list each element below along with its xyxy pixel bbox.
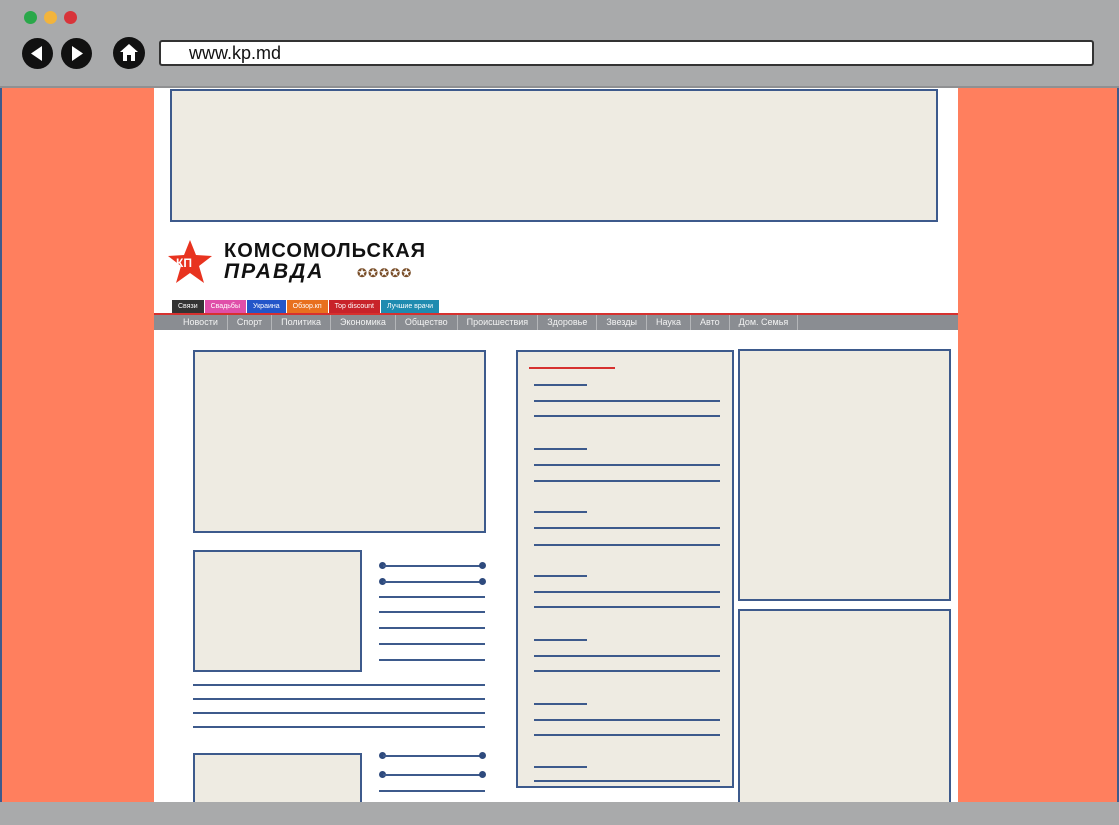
feed-item-line[interactable] xyxy=(534,591,720,593)
address-bar[interactable]: www.kp.md xyxy=(159,40,1094,66)
right-ad-placeholder[interactable] xyxy=(738,349,951,601)
back-arrow-icon xyxy=(31,46,42,61)
text-line xyxy=(379,596,485,598)
text-line xyxy=(379,790,485,792)
tag-obzor[interactable]: Обзор.кп xyxy=(286,300,328,313)
nav-item-economy[interactable]: Экономика xyxy=(331,315,396,330)
feed-time-line xyxy=(534,575,587,577)
article-thumb-placeholder[interactable] xyxy=(193,753,362,802)
nav-item-science[interactable]: Наука xyxy=(647,315,691,330)
top-banner-placeholder xyxy=(170,89,938,222)
nav-item-news[interactable]: Новости xyxy=(174,315,228,330)
main-article-image-placeholder[interactable] xyxy=(193,350,486,533)
text-line xyxy=(193,726,485,728)
forward-arrow-icon xyxy=(72,46,83,61)
right-ad-placeholder-lower[interactable] xyxy=(738,609,951,802)
nav-item-incidents[interactable]: Происшествия xyxy=(458,315,539,330)
orders-medals: ✪✪✪✪✪ xyxy=(357,266,413,280)
feed-time-line xyxy=(534,511,587,513)
logo-badge: КП xyxy=(176,256,192,270)
headline-line[interactable] xyxy=(383,774,484,776)
feed-item-line[interactable] xyxy=(534,464,720,466)
url-text: www.kp.md xyxy=(189,43,282,63)
feed-item-line[interactable] xyxy=(534,670,720,672)
headline-line[interactable] xyxy=(383,565,484,567)
home-icon xyxy=(120,44,138,61)
window-yellow-dot[interactable] xyxy=(44,11,57,24)
nav-item-home-family[interactable]: Дом. Семья xyxy=(730,315,799,330)
text-line xyxy=(193,712,485,714)
nav-item-stars[interactable]: Звезды xyxy=(597,315,647,330)
tag-row: Связи Свадьбы Украина Обзор.кп Top disco… xyxy=(172,300,440,313)
feed-item-line[interactable] xyxy=(534,719,720,721)
tag-ukraina[interactable]: Украина xyxy=(246,300,286,313)
nav-item-politics[interactable]: Политика xyxy=(272,315,332,330)
tag-svyazi[interactable]: Связи xyxy=(172,300,204,313)
bullet-dot xyxy=(479,562,486,569)
feed-item-line[interactable] xyxy=(534,480,720,482)
feed-item-line[interactable] xyxy=(534,734,720,736)
feed-time-line xyxy=(534,639,587,641)
text-line xyxy=(379,611,485,613)
headline-line[interactable] xyxy=(383,755,484,757)
browser-bottom-bar xyxy=(0,802,1119,825)
right-gutter xyxy=(958,88,1119,802)
nav-item-sport[interactable]: Спорт xyxy=(228,315,273,330)
text-line xyxy=(193,684,485,686)
feed-item-line[interactable] xyxy=(534,415,720,417)
text-line xyxy=(379,659,485,661)
forward-button[interactable] xyxy=(61,38,92,69)
feed-item-line[interactable] xyxy=(534,544,720,546)
feed-time-line xyxy=(534,766,587,768)
web-page: КП КОМСОМОЛЬСКАЯ ПРАВДА ✪✪✪✪✪ Связи Свад… xyxy=(154,88,958,802)
text-line xyxy=(379,627,485,629)
feed-item-line[interactable] xyxy=(534,400,720,402)
home-button[interactable] xyxy=(113,37,145,69)
browser-toolbar: www.kp.md xyxy=(0,0,1119,88)
nav-item-health[interactable]: Здоровье xyxy=(538,315,598,330)
tag-best-doctors[interactable]: Лучшие врачи xyxy=(380,300,440,313)
feed-time-line xyxy=(534,703,587,705)
text-line xyxy=(379,643,485,645)
main-nav: Новости Спорт Политика Экономика Обществ… xyxy=(154,315,958,330)
nav-item-society[interactable]: Общество xyxy=(396,315,458,330)
feed-time-line xyxy=(534,448,587,450)
left-gutter xyxy=(0,88,154,802)
feed-time-line xyxy=(534,384,587,386)
bullet-dot xyxy=(479,771,486,778)
logo-title-line2[interactable]: ПРАВДА xyxy=(224,260,324,284)
feed-item-line[interactable] xyxy=(534,655,720,657)
bullet-dot xyxy=(479,752,486,759)
text-line xyxy=(193,698,485,700)
bullet-dot xyxy=(479,578,486,585)
headline-line[interactable] xyxy=(383,581,484,583)
nav-item-auto[interactable]: Авто xyxy=(691,315,730,330)
back-button[interactable] xyxy=(22,38,53,69)
tag-svadby[interactable]: Свадьбы xyxy=(204,300,246,313)
feed-header-accent xyxy=(529,367,615,369)
feed-item-line[interactable] xyxy=(534,780,720,782)
feed-item-line[interactable] xyxy=(534,606,720,608)
feed-item-line[interactable] xyxy=(534,527,720,529)
article-thumb-placeholder[interactable] xyxy=(193,550,362,672)
window-red-dot[interactable] xyxy=(64,11,77,24)
tag-top-discount[interactable]: Top discount xyxy=(328,300,380,313)
window-green-dot[interactable] xyxy=(24,11,37,24)
